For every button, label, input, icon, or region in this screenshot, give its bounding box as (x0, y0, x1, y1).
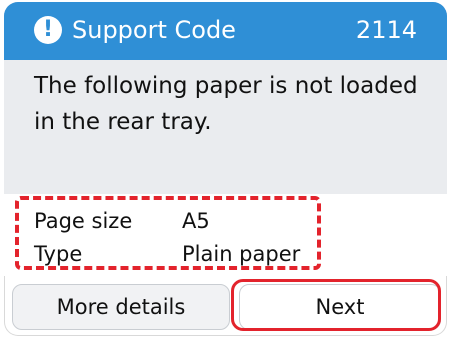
exclamation-icon: ! (34, 16, 62, 44)
error-message: The following paper is not loaded in the… (34, 73, 418, 135)
message-area: The following paper is not loaded in the… (4, 60, 447, 194)
next-button-highlight (231, 279, 441, 331)
support-code-number: 2114 (355, 16, 417, 44)
more-details-button[interactable]: More details (12, 284, 230, 330)
support-code-titlebar: ! Support Code 2114 (4, 2, 447, 60)
paper-info-highlight (15, 196, 321, 270)
title-label: Support Code (72, 16, 236, 44)
